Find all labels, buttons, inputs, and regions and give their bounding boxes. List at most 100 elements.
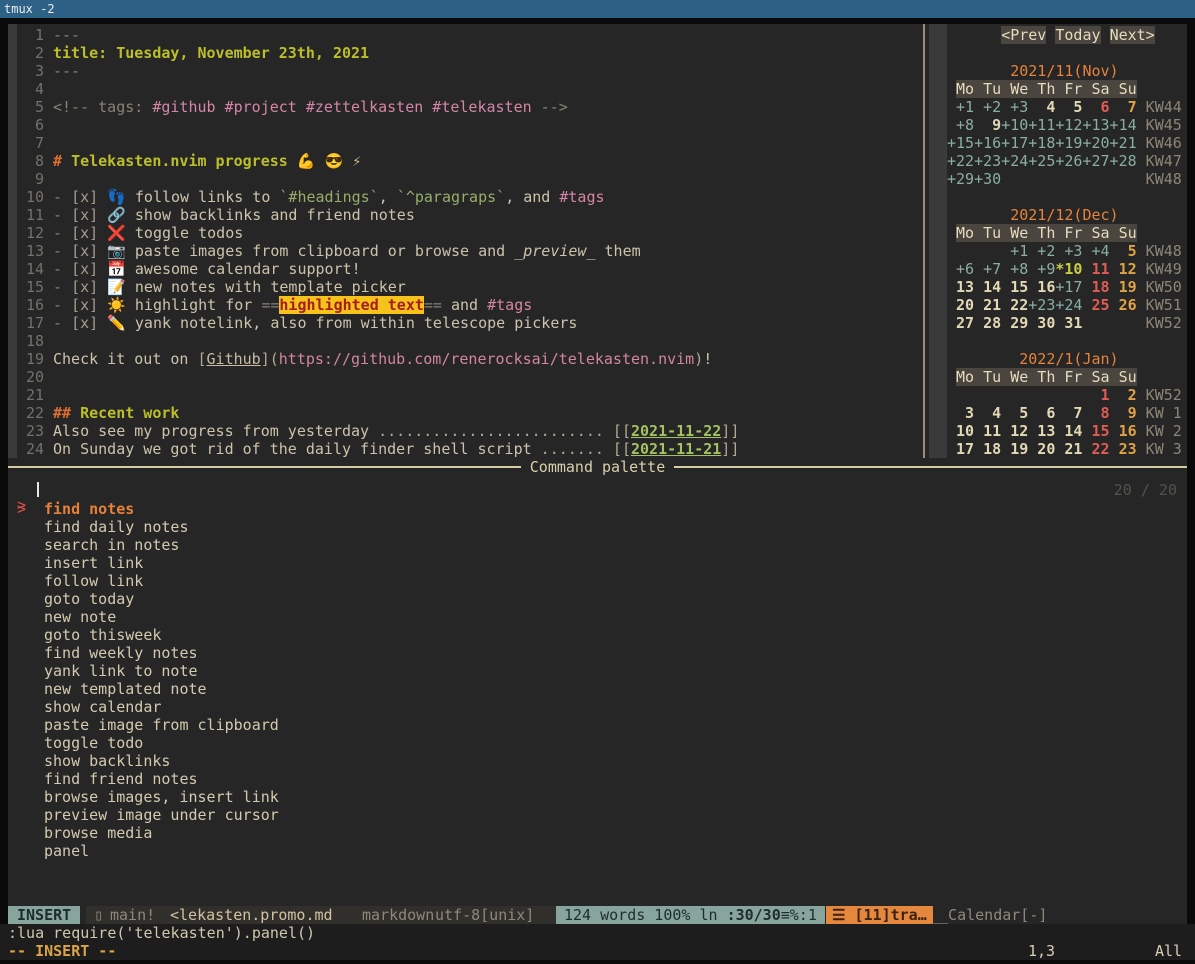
calendar-nav-button[interactable]: Next> xyxy=(1110,26,1155,44)
palette-item[interactable]: follow link xyxy=(8,572,1187,590)
calendar-day-with-note[interactable]: +22+23+24+25+26+27+28 xyxy=(947,152,1137,170)
editor-line[interactable]: 22## Recent work xyxy=(17,404,179,422)
calendar-day-sunday[interactable]: 19 xyxy=(1110,278,1137,296)
palette-item[interactable]: preview image under cursor xyxy=(8,806,1187,824)
calendar-day-saturday[interactable]: 6 xyxy=(1082,98,1109,116)
calendar-day-with-note[interactable]: +8 xyxy=(947,116,974,134)
calendar-day[interactable]: 10 11 12 13 14 xyxy=(947,422,1082,440)
editor-line[interactable]: 11- [x] 🔗 show backlinks and friend note… xyxy=(17,206,415,224)
editor-line[interactable]: 24On Sunday we got rid of the daily find… xyxy=(17,440,739,458)
selection-marker: > xyxy=(17,500,26,518)
editor-line[interactable]: 13- [x] 📷 paste images from clipboard or… xyxy=(17,242,641,260)
editor-line[interactable]: 17- [x] ✏️ yank notelink, also from with… xyxy=(17,314,577,332)
calendar-day[interactable]: 17 18 19 20 21 xyxy=(947,440,1082,458)
calendar-day[interactable]: 3 4 5 6 7 xyxy=(947,404,1082,422)
editor-line[interactable]: 1--- xyxy=(17,26,80,44)
note-link[interactable]: 2021-11-22 xyxy=(631,422,721,440)
calendar-day-saturday[interactable]: 1 xyxy=(1082,386,1109,404)
palette-item[interactable]: browse media xyxy=(8,824,1187,842)
editor-line[interactable]: 8# Telekasten.nvim progress 💪 😎 ⚡ xyxy=(17,152,361,170)
calendar-day-sunday[interactable]: 26 xyxy=(1110,296,1137,314)
line-number: 15 xyxy=(17,278,44,296)
calendar-day-saturday[interactable]: 22 xyxy=(1082,440,1109,458)
palette-item[interactable]: find friend notes xyxy=(8,770,1187,788)
calendar-day-sunday[interactable]: 23 xyxy=(1110,440,1137,458)
calendar-nav-button[interactable]: Today xyxy=(1055,26,1100,44)
calendar-day-sunday[interactable]: 16 xyxy=(1110,422,1137,440)
calendar-day[interactable]: 20 21 22 xyxy=(947,296,1028,314)
palette-item[interactable]: paste image from clipboard xyxy=(8,716,1187,734)
palette-item[interactable]: find weekly notes xyxy=(8,644,1187,662)
calendar-day-sunday[interactable]: 9 xyxy=(1110,404,1137,422)
command-palette[interactable]: > 20 / 20 >find notesfind daily notessea… xyxy=(8,476,1187,906)
editor-line[interactable]: 21 xyxy=(17,386,53,404)
palette-item[interactable]: yank link to note xyxy=(8,662,1187,680)
palette-item[interactable]: new templated note xyxy=(8,680,1187,698)
editor-line[interactable]: 15- [x] 📝 new notes with template picker xyxy=(17,278,406,296)
calendar-day-sunday[interactable]: 12 xyxy=(1110,260,1137,278)
calendar-day-with-note[interactable]: +17 xyxy=(1055,278,1082,296)
calendar-day-saturday[interactable]: 18 xyxy=(1082,278,1109,296)
editor-line[interactable]: 2title: Tuesday, November 23th, 2021 xyxy=(17,44,369,62)
editor-line[interactable]: 14- [x] 📅 awesome calendar support! xyxy=(17,260,361,278)
calendar-day[interactable]: 27 28 29 30 31 xyxy=(947,314,1082,332)
palette-item[interactable]: show calendar xyxy=(8,698,1187,716)
palette-item[interactable]: toggle todo xyxy=(8,734,1187,752)
calendar-pane[interactable]: <Prev Today Next> 2021/11(Nov) Mo Tu We … xyxy=(929,24,1187,458)
text-segment xyxy=(947,350,1019,368)
calendar-day-saturday[interactable]: 11 xyxy=(1082,260,1109,278)
editor-line[interactable]: 12- [x] ❌ toggle todos xyxy=(17,224,243,242)
palette-item[interactable]: goto thisweek xyxy=(8,626,1187,644)
editor-line[interactable]: 5<!-- tags: #github #project #zettelkast… xyxy=(17,98,568,116)
emoji-icon: 📝 xyxy=(107,278,135,296)
calendar-nav-button[interactable]: <Prev xyxy=(1001,26,1046,44)
calendar-day[interactable]: 4 5 xyxy=(1028,98,1082,116)
editor-line[interactable]: 20 xyxy=(17,368,53,386)
palette-item[interactable]: find daily notes xyxy=(8,518,1187,536)
editor-line[interactable]: 7 xyxy=(17,134,53,152)
calendar-day[interactable]: 13 14 15 16 xyxy=(947,278,1055,296)
calendar-day-with-note[interactable]: +1 +2 +3 xyxy=(947,98,1028,116)
calendar-day[interactable]: 9 xyxy=(974,116,1001,134)
calendar-day-with-note[interactable]: +15+16+17+18+19+20+21 xyxy=(947,134,1137,152)
palette-item[interactable]: browse images, insert link xyxy=(8,788,1187,806)
editor-line[interactable]: 10- [x] 👣 follow links to `#headings`, `… xyxy=(17,188,605,206)
palette-item[interactable]: insert link xyxy=(8,554,1187,572)
palette-prompt-row[interactable]: > 20 / 20 xyxy=(8,478,1187,496)
window-vertical-separator[interactable] xyxy=(920,24,929,458)
editor-line[interactable]: 4 xyxy=(17,80,53,98)
calendar-day-sunday[interactable]: 2 xyxy=(1110,386,1137,404)
palette-item[interactable]: search in notes xyxy=(8,536,1187,554)
editor-line[interactable]: 16- [x] ☀️ highlight for ==highlighted t… xyxy=(17,296,532,314)
emoji-icon: 💪 😎 ⚡ xyxy=(297,152,361,170)
external-link[interactable]: https://github.com/renerocksai/telekaste… xyxy=(279,350,694,368)
editor-line[interactable]: 18 xyxy=(17,332,53,350)
text-segment: # xyxy=(53,152,71,170)
editor-line[interactable]: 19Check it out on [Github](https://githu… xyxy=(17,350,712,368)
calendar-day-sunday[interactable]: 7 xyxy=(1110,98,1137,116)
palette-item[interactable]: goto today xyxy=(8,590,1187,608)
note-link[interactable]: 2021-11-21 xyxy=(631,440,721,458)
calendar-day-with-note[interactable]: +6 +7 +8 +9 xyxy=(947,260,1055,278)
calendar-day-saturday[interactable]: 15 xyxy=(1082,422,1109,440)
editor-line[interactable]: 23Also see my progress from yesterday ..… xyxy=(17,422,739,440)
calendar-day-sunday[interactable]: 5 xyxy=(1110,242,1137,260)
calendar-day-saturday[interactable]: 25 xyxy=(1082,296,1109,314)
calendar-day-with-note[interactable]: +10+11+12+13+14 xyxy=(1001,116,1136,134)
editor-line[interactable]: 6 xyxy=(17,116,53,134)
calendar-day-with-note[interactable]: +29+30 xyxy=(947,170,1001,188)
text-segment: [x] xyxy=(71,188,107,206)
palette-item[interactable]: >find notes xyxy=(8,500,1187,518)
palette-item[interactable]: show backlinks xyxy=(8,752,1187,770)
editor-line[interactable]: 9 xyxy=(17,170,53,188)
github-link[interactable]: Github xyxy=(207,350,261,368)
editor-pane[interactable]: 1---2title: Tuesday, November 23th, 2021… xyxy=(8,24,920,458)
palette-item[interactable]: panel xyxy=(8,842,1187,860)
calendar-day-with-note[interactable]: +23+24 xyxy=(1028,296,1082,314)
calendar-day-today[interactable]: *10 xyxy=(1055,260,1082,278)
statusline-tab-segment[interactable]: ☰ [11]tra… xyxy=(826,906,933,924)
calendar-day-saturday[interactable]: 8 xyxy=(1082,404,1109,422)
editor-line[interactable]: 3--- xyxy=(17,62,80,80)
palette-item[interactable]: new note xyxy=(8,608,1187,626)
calendar-day-with-note[interactable]: +1 +2 +3 +4 xyxy=(1001,242,1109,260)
